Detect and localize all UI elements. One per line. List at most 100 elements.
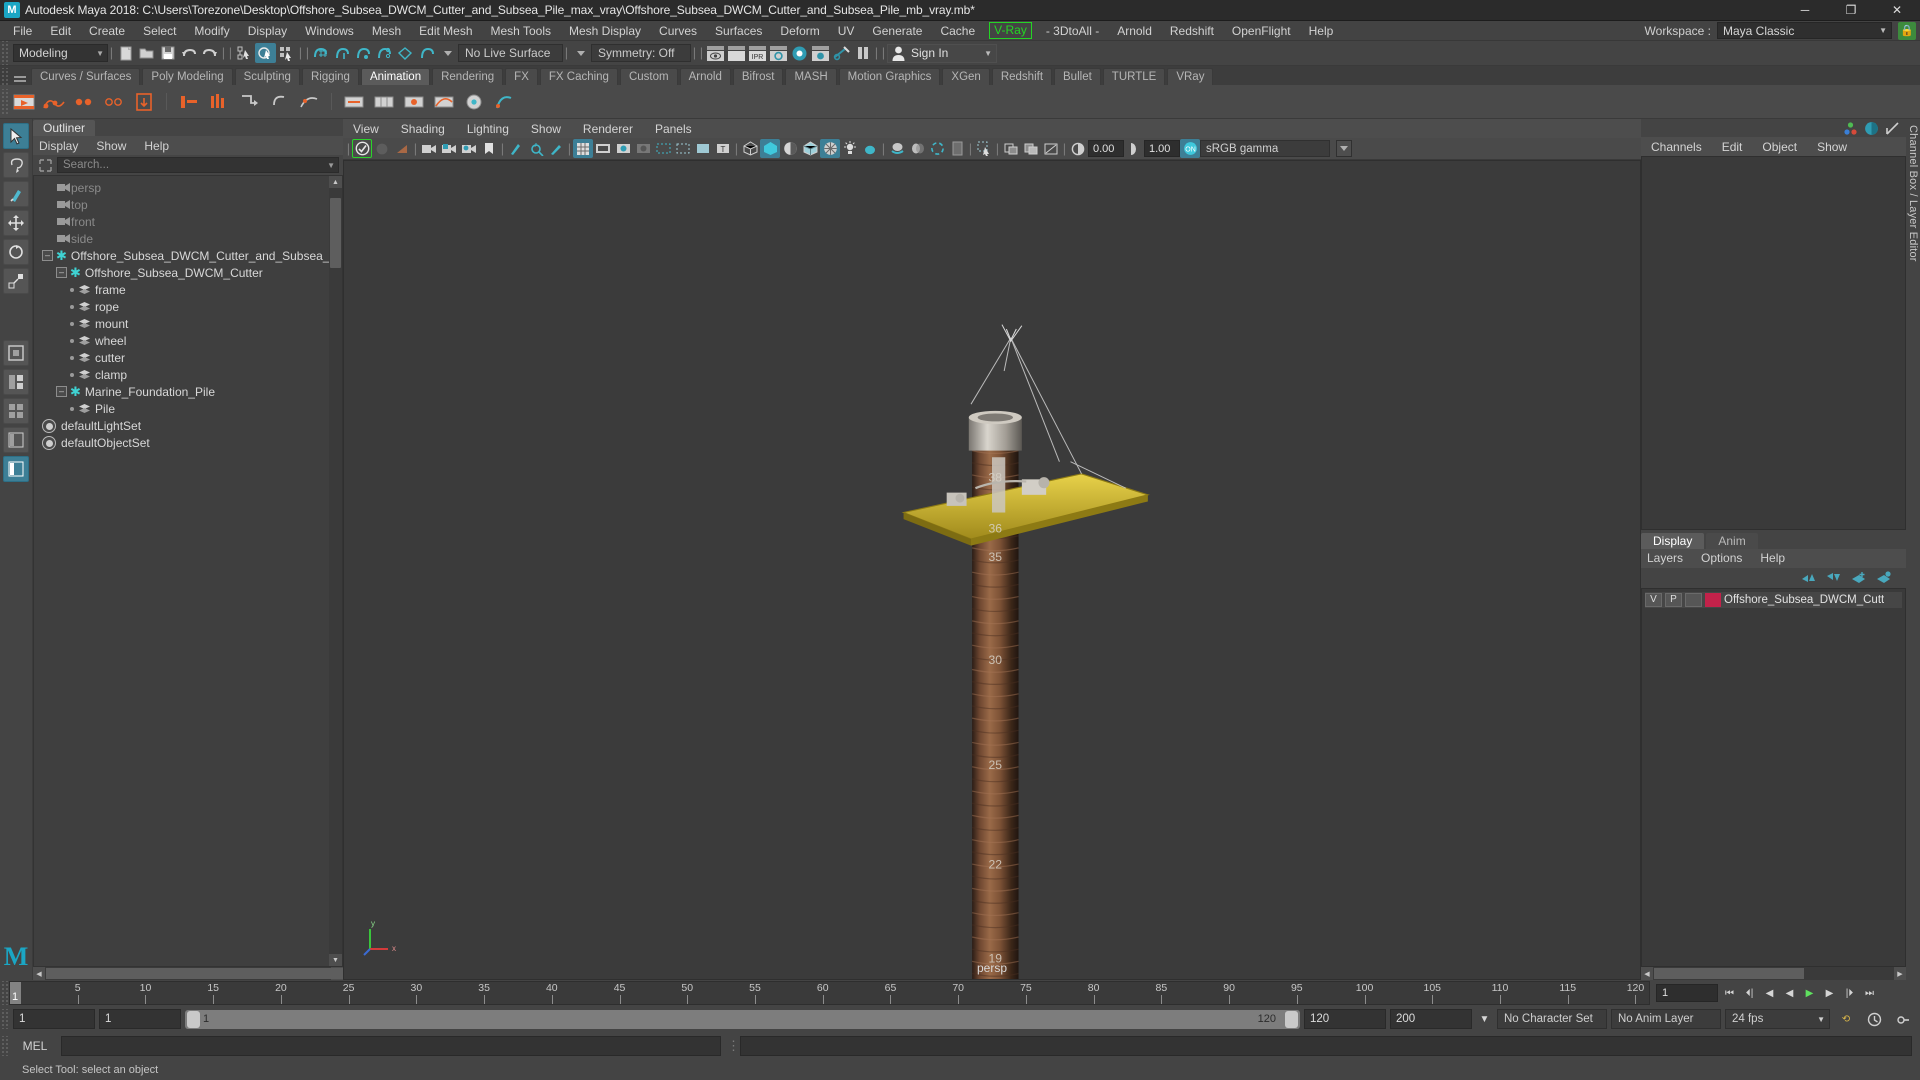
wireframe-shading-icon[interactable] [740, 139, 760, 158]
outliner-item-top[interactable]: top [34, 196, 342, 213]
layer-list[interactable]: V P Offshore_Subsea_DWCM_Cutt [1641, 587, 1906, 967]
menu-generate[interactable]: Generate [863, 21, 931, 41]
shelf-tab-bullet[interactable]: Bullet [1054, 68, 1101, 85]
maximize-button[interactable]: ❐ [1828, 0, 1874, 21]
menu-modify[interactable]: Modify [185, 21, 238, 41]
outliner-item-mount[interactable]: mount [34, 315, 342, 332]
hscroll-thumb[interactable] [1654, 968, 1804, 979]
motion-blur-icon[interactable] [907, 139, 927, 158]
command-result-output[interactable] [740, 1036, 1912, 1056]
open-scene-icon[interactable] [136, 43, 157, 63]
menu-arnold[interactable]: Arnold [1108, 21, 1161, 41]
viewport-menu-show[interactable]: Show [531, 122, 561, 136]
outliner-item-clamp[interactable]: clamp [34, 366, 342, 383]
scroll-left-icon[interactable]: ◀ [33, 967, 45, 980]
layer-horizontal-scrollbar[interactable]: ◀ ▶ [1641, 967, 1906, 980]
multisample-aa-icon[interactable] [927, 139, 947, 158]
blend-shape-icon[interactable] [461, 89, 487, 115]
command-grip[interactable] [0, 1036, 9, 1056]
menu-uv[interactable]: UV [829, 21, 864, 41]
gate-mask-icon[interactable] [633, 139, 653, 158]
film-gate-icon[interactable] [593, 139, 613, 158]
sign-in-button[interactable]: Sign In ▼ [887, 43, 997, 63]
menu-display[interactable]: Display [239, 21, 296, 41]
set-key-icon[interactable] [11, 89, 37, 115]
expander-icon[interactable]: – [42, 250, 53, 261]
layer-menu-help[interactable]: Help [1760, 551, 1785, 565]
close-button[interactable]: ✕ [1874, 0, 1920, 21]
gamma-field[interactable]: 1.00 [1144, 140, 1180, 157]
channel-box-toggle-icon[interactable] [1864, 121, 1879, 136]
bake-simulation-icon[interactable] [176, 89, 202, 115]
viewport-menu-view[interactable]: View [353, 122, 379, 136]
symmetry-field[interactable]: Symmetry: Off [591, 44, 691, 62]
outliner-item-wheel[interactable]: wheel [34, 332, 342, 349]
shelf-tab-vray[interactable]: VRay [1167, 68, 1214, 85]
cluster-icon[interactable] [401, 89, 427, 115]
shelf-tab-animation[interactable]: Animation [360, 68, 431, 85]
toggle-render-icon[interactable] [831, 43, 852, 63]
layer-playback-toggle[interactable]: P [1665, 592, 1682, 607]
range-options-chevron-icon[interactable]: ▼ [1476, 1010, 1493, 1028]
channel-box-side-tab[interactable]: Channel Box / Layer Editor [1906, 119, 1920, 980]
command-language-label[interactable]: MEL [15, 1039, 55, 1053]
color-profile-dropdown[interactable]: sRGB gamma [1200, 140, 1330, 157]
set-animation-key-icon[interactable] [41, 89, 67, 115]
menu-file[interactable]: File [4, 21, 41, 41]
move-layer-down-icon[interactable] [1826, 571, 1842, 584]
rotate-tool-button[interactable] [3, 239, 29, 265]
set-breakdown-key-icon[interactable] [71, 89, 97, 115]
range-start-handle[interactable] [187, 1010, 200, 1028]
exposure-icon[interactable] [653, 139, 673, 158]
outliner-item-offshore-subsea-dwcm-cutter-and-subsea-pile-ncl[interactable]: – ✱ Offshore_Subsea_DWCM_Cutter_and_Subsea… [34, 247, 342, 264]
step-forward-key-button[interactable]: |⏵ [1841, 984, 1858, 1002]
outliner-tab[interactable]: Outliner [33, 120, 96, 136]
xray-joints-icon[interactable] [693, 139, 713, 158]
loop-playback-icon[interactable]: ⟲ [1834, 1010, 1858, 1028]
move-tool-button[interactable] [3, 210, 29, 236]
nonlinear-deformer-icon[interactable] [491, 89, 517, 115]
menu-windows[interactable]: Windows [296, 21, 363, 41]
time-slider[interactable]: 1 5 10 15 20 25 30 35 40 45 50 55 60 65 70 75 80 85 90 95 1… [9, 981, 1650, 1005]
shelf-tab-fx-caching[interactable]: FX Caching [539, 68, 618, 85]
redo-icon[interactable] [199, 43, 220, 63]
menu-vray[interactable]: V-Ray [989, 22, 1032, 39]
menu-cache[interactable]: Cache [931, 21, 984, 41]
go-to-start-button[interactable]: ⏮ [1721, 984, 1738, 1002]
outliner-item-frame[interactable]: frame [34, 281, 342, 298]
shelf-menu-icon[interactable] [9, 68, 31, 85]
expander-icon[interactable]: – [56, 386, 67, 397]
shelf-tab-turtle[interactable]: TURTLE [1102, 68, 1166, 85]
xray-active-components-icon[interactable] [1021, 139, 1041, 158]
range-slider[interactable]: 1 120 [185, 1009, 1300, 1029]
scale-tool-button[interactable] [3, 268, 29, 294]
statusline-grip[interactable] [0, 41, 9, 65]
character-set-dropdown[interactable]: No Character Set [1497, 1009, 1607, 1029]
lasso-tool-button[interactable] [3, 152, 29, 178]
live-surface-field[interactable]: No Live Surface [458, 44, 563, 62]
animation-preferences-icon[interactable] [1862, 1010, 1886, 1028]
channel-menu-edit[interactable]: Edit [1722, 140, 1743, 154]
viewport-3d-canvas[interactable]: 38363530252219109541858 y x persp [343, 160, 1641, 980]
shelf-tab-arnold[interactable]: Arnold [679, 68, 731, 85]
shelf-tab-mash[interactable]: MASH [785, 68, 837, 85]
anim-end-field[interactable]: 200 [1390, 1009, 1472, 1029]
ghost-selected-icon[interactable] [236, 89, 262, 115]
lock-camera-icon[interactable] [372, 139, 392, 158]
scroll-down-icon[interactable]: ▼ [329, 954, 342, 966]
shelf-tab-custom[interactable]: Custom [619, 68, 678, 85]
time-slider-grip[interactable] [0, 981, 9, 1005]
camera-icon[interactable] [419, 139, 439, 158]
depth-of-field-icon[interactable] [947, 139, 967, 158]
go-to-end-button[interactable]: ⏭ [1861, 984, 1878, 1002]
exposure-field[interactable]: 0.00 [1088, 140, 1124, 157]
layer-menu-layers[interactable]: Layers [1647, 551, 1683, 565]
outliner-item-side[interactable]: side [34, 230, 342, 247]
use-all-lights-icon[interactable] [840, 139, 860, 158]
viewport-menu-lighting[interactable]: Lighting [467, 122, 509, 136]
grease-pencil-icon[interactable] [546, 139, 566, 158]
menu-deform[interactable]: Deform [771, 21, 828, 41]
persp-outliner-layout-button[interactable] [3, 427, 29, 453]
select-by-object-icon[interactable] [255, 43, 276, 63]
snap-to-point-icon[interactable] [353, 43, 374, 63]
